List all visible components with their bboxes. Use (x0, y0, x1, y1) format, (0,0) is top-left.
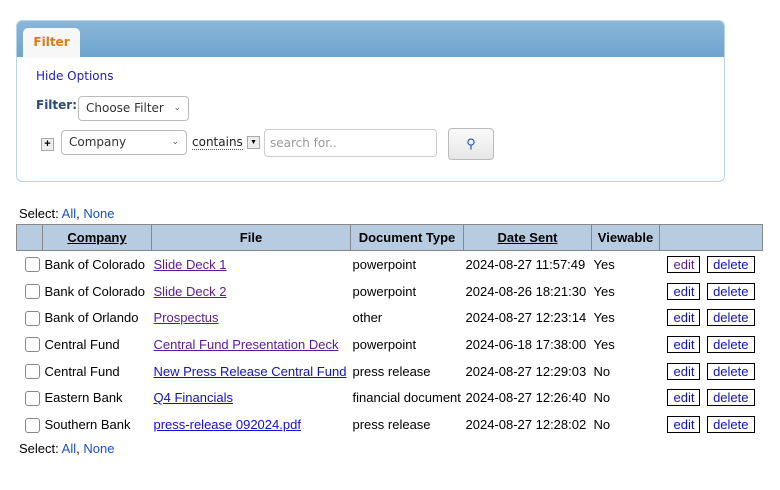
viewable-cell: Yes (593, 310, 615, 326)
document-type-cell: powerpoint (352, 256, 417, 272)
field-value: Company (69, 135, 127, 149)
table-row: Central Fund New Press Release Central F… (17, 358, 763, 385)
row-checkbox[interactable] (24, 417, 40, 433)
viewable-cell: Yes (593, 256, 615, 272)
select-label: Select: (19, 441, 59, 456)
viewable-cell: Yes (593, 336, 615, 352)
header-checkbox-col (16, 224, 43, 251)
header-file: File (151, 224, 351, 251)
file-link[interactable]: New Press Release Central Fund (154, 364, 347, 379)
document-type-cell: press release (352, 363, 431, 379)
file-link[interactable]: Q4 Financials (154, 390, 233, 405)
header-actions (659, 224, 763, 251)
row-checkbox[interactable] (24, 284, 40, 300)
header-document-type: Document Type (350, 224, 464, 251)
edit-button[interactable]: edit (667, 415, 701, 433)
header-company[interactable]: Company (42, 224, 152, 251)
operator-dropdown-icon[interactable]: ▼ (247, 136, 260, 149)
row-checkbox[interactable] (24, 364, 40, 380)
edit-button[interactable]: edit (667, 255, 701, 273)
choose-filter-select[interactable]: Choose Filter ⌄ (78, 96, 189, 121)
select-none-link[interactable]: None (83, 441, 114, 456)
edit-button[interactable]: edit (667, 335, 701, 353)
table-row: Central Fund Central Fund Presentation D… (17, 331, 763, 358)
edit-button[interactable]: edit (667, 362, 701, 380)
delete-button[interactable]: delete (707, 282, 755, 300)
delete-button[interactable]: delete (707, 309, 755, 327)
company-cell: Bank of Colorado (44, 256, 145, 272)
table-row: Eastern Bank Q4 Financials financial doc… (17, 384, 763, 411)
document-type-cell: other (352, 310, 383, 326)
delete-button[interactable]: delete (707, 255, 755, 273)
viewable-cell: No (593, 416, 611, 432)
table-row: Bank of Orlando Prospectus other 2024-08… (17, 304, 763, 331)
company-cell: Central Fund (44, 336, 120, 352)
delete-button[interactable]: delete (707, 415, 755, 433)
row-checkbox[interactable] (24, 337, 40, 353)
row-checkbox[interactable] (24, 390, 40, 406)
select-bottom: Select: All, None (19, 441, 115, 456)
delete-button[interactable]: delete (707, 389, 755, 407)
delete-button[interactable]: delete (707, 362, 755, 380)
table-row: Bank of Colorado Slide Deck 2 powerpoint… (17, 278, 763, 305)
tab-filter[interactable]: Filter (23, 28, 80, 58)
edit-button[interactable]: edit (667, 309, 701, 327)
date-sent-cell: 2024-08-27 11:57:49 (465, 256, 586, 272)
document-type-cell: powerpoint (352, 336, 417, 352)
delete-button[interactable]: delete (707, 335, 755, 353)
table-row: Bank of Colorado Slide Deck 1 powerpoint… (17, 251, 763, 278)
viewable-cell: No (593, 363, 611, 379)
date-sent-cell: 2024-08-27 12:28:02 (465, 416, 587, 432)
choose-filter-value: Choose Filter (86, 101, 164, 115)
document-type-cell: financial document (352, 390, 461, 406)
documents-table: Company File Document Type Date Sent Vie… (16, 224, 763, 438)
operator-label[interactable]: contains (192, 135, 243, 150)
row-checkbox[interactable] (24, 257, 40, 273)
edit-button[interactable]: edit (667, 282, 701, 300)
date-sent-cell: 2024-08-27 12:29:03 (465, 363, 587, 379)
company-cell: Bank of Orlando (44, 310, 139, 326)
file-link[interactable]: Slide Deck 2 (154, 284, 227, 299)
select-all-link[interactable]: All (62, 206, 76, 221)
header-date-sent[interactable]: Date Sent (463, 224, 592, 251)
field-select[interactable]: Company ⌄ (61, 130, 187, 155)
company-cell: Central Fund (44, 363, 120, 379)
file-link[interactable]: press-release 092024.pdf (154, 417, 301, 432)
select-all-link[interactable]: All (62, 441, 76, 456)
viewable-cell: No (593, 390, 611, 406)
search-icon: ⚲ (466, 136, 476, 151)
filter-panel: Filter Hide Options Filter: Choose Filte… (16, 20, 725, 182)
select-top: Select: All, None (19, 206, 115, 221)
add-condition-button[interactable]: + (41, 138, 54, 151)
viewable-cell: Yes (593, 283, 615, 299)
company-cell: Bank of Colorado (44, 283, 145, 299)
file-link[interactable]: Central Fund Presentation Deck (154, 337, 339, 352)
date-sent-cell: 2024-06-18 17:38:00 (465, 336, 587, 352)
date-sent-cell: 2024-08-27 12:26:40 (465, 390, 587, 406)
chevron-down-icon: ⌄ (173, 103, 181, 113)
edit-button[interactable]: edit (667, 389, 701, 407)
document-type-cell: press release (352, 416, 431, 432)
search-button[interactable]: ⚲ (448, 128, 494, 160)
chevron-down-icon: ⌄ (171, 137, 179, 147)
filter-header-band (17, 21, 724, 57)
company-cell: Southern Bank (44, 416, 131, 432)
date-sent-cell: 2024-08-27 12:23:14 (465, 310, 587, 326)
header-viewable: Viewable (591, 224, 660, 251)
file-link[interactable]: Prospectus (154, 310, 219, 325)
date-sent-cell: 2024-08-26 18:21:30 (465, 283, 587, 299)
company-cell: Eastern Bank (44, 390, 123, 406)
search-input[interactable]: search for.. (264, 129, 437, 157)
table-row: Southern Bank press-release 092024.pdf p… (17, 411, 763, 438)
row-checkbox[interactable] (24, 310, 40, 326)
select-none-link[interactable]: None (83, 206, 114, 221)
filter-label: Filter: (36, 98, 78, 112)
file-link[interactable]: Slide Deck 1 (154, 257, 227, 272)
document-type-cell: powerpoint (352, 283, 417, 299)
select-label: Select: (19, 206, 59, 221)
hide-options-link[interactable]: Hide Options (36, 69, 113, 83)
